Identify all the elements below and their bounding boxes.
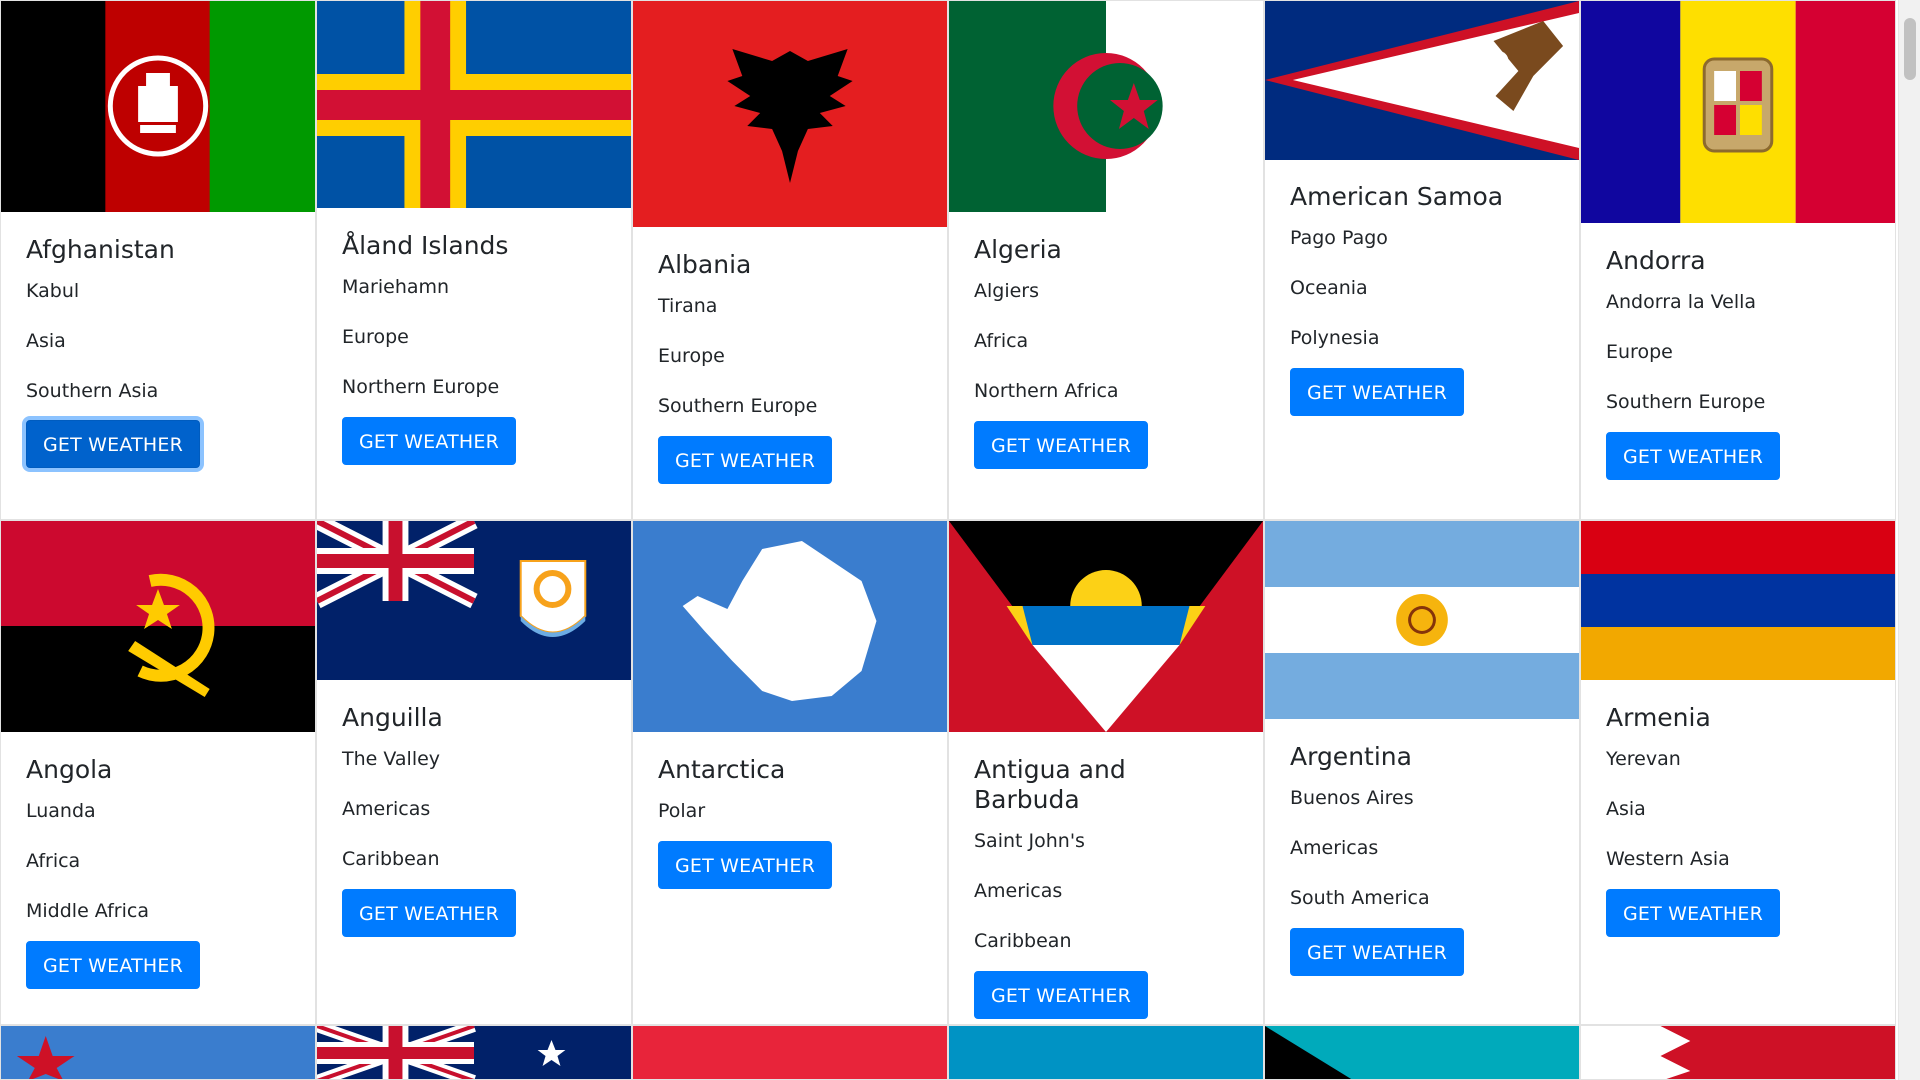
capital-text: Buenos Aires — [1290, 787, 1414, 809]
subregion-text: Southern Asia — [26, 380, 159, 402]
get-weather-button[interactable]: GET WEATHER — [1290, 928, 1464, 976]
region-text: Africa — [26, 850, 81, 872]
region-text: Asia — [26, 330, 66, 352]
region-text: Europe — [342, 326, 409, 348]
region-text: Europe — [658, 345, 725, 367]
subregion-text: Caribbean — [974, 930, 1072, 952]
flag-american-samoa — [1265, 1, 1579, 160]
subregion-text: Southern Europe — [658, 395, 818, 417]
capital-text: Yerevan — [1606, 748, 1681, 770]
country-name: Anguilla — [342, 703, 443, 732]
country-card: Angola Luanda Africa Middle Africa GET W… — [0, 520, 316, 1025]
region-text: Europe — [1606, 341, 1673, 363]
country-name: Afghanistan — [26, 235, 175, 264]
country-card — [1580, 1025, 1896, 1080]
country-card: Andorra Andorra la Vella Europe Southern… — [1580, 0, 1896, 520]
flag-partial — [1265, 1026, 1579, 1079]
country-name: Antigua and Barbuda — [974, 755, 1126, 814]
subregion-text: Northern Africa — [974, 380, 1119, 402]
flag-andorra — [1581, 1, 1895, 223]
get-weather-button[interactable]: GET WEATHER — [342, 417, 516, 465]
country-name: Andorra — [1606, 246, 1706, 275]
country-card: Algeria Algiers Africa Northern Africa G… — [948, 0, 1264, 520]
country-card: Albania Tirana Europe Southern Europe GE… — [632, 0, 948, 520]
country-card — [1264, 1025, 1580, 1080]
flag-armenia — [1581, 521, 1895, 680]
flag-partial — [1581, 1026, 1895, 1079]
flag-argentina — [1265, 521, 1579, 719]
capital-text: The Valley — [342, 748, 441, 770]
flag-aland-islands — [317, 1, 631, 208]
continent-text: Polar — [658, 800, 706, 822]
scrollbar-thumb[interactable] — [1904, 18, 1916, 80]
country-card: Argentina Buenos Aires Americas South Am… — [1264, 520, 1580, 1025]
flag-partial — [949, 1026, 1263, 1079]
get-weather-button[interactable]: GET WEATHER — [658, 841, 832, 889]
country-card — [948, 1025, 1264, 1080]
flag-partial — [317, 1026, 631, 1079]
get-weather-button[interactable]: GET WEATHER — [974, 421, 1148, 469]
subregion-text: Caribbean — [342, 848, 440, 870]
capital-text: Andorra la Vella — [1606, 291, 1757, 313]
country-card: Åland Islands Mariehamn Europe Northern … — [316, 0, 632, 520]
capital-text: Saint John's — [974, 830, 1085, 852]
subregion-text: Southern Europe — [1606, 391, 1766, 413]
get-weather-button[interactable]: GET WEATHER — [1290, 368, 1464, 416]
country-card — [316, 1025, 632, 1080]
subregion-text: Polynesia — [1290, 327, 1380, 349]
country-card — [632, 1025, 948, 1080]
country-name: Argentina — [1290, 742, 1412, 771]
region-text: Asia — [1606, 798, 1646, 820]
capital-text: Algiers — [974, 280, 1040, 302]
country-card: Antarctica Polar GET WEATHER — [632, 520, 948, 1025]
country-card: Afghanistan Kabul Asia Southern Asia GET… — [0, 0, 316, 520]
flag-partial — [1, 1026, 315, 1079]
flag-algeria — [949, 1, 1263, 212]
country-name: Albania — [658, 250, 752, 279]
country-name: Armenia — [1606, 703, 1711, 732]
get-weather-button[interactable]: GET WEATHER — [1606, 432, 1780, 480]
country-card: Armenia Yerevan Asia Western Asia GET WE… — [1580, 520, 1896, 1025]
subregion-text: South America — [1290, 887, 1430, 909]
flag-angola — [1, 521, 315, 732]
subregion-text: Western Asia — [1606, 848, 1730, 870]
capital-text: Tirana — [658, 295, 718, 317]
flag-anguilla — [317, 521, 631, 680]
get-weather-button[interactable]: GET WEATHER — [974, 971, 1148, 1019]
region-text: Americas — [342, 798, 431, 820]
country-name: Algeria — [974, 235, 1062, 264]
get-weather-button[interactable]: GET WEATHER — [1606, 889, 1780, 937]
region-text: Americas — [1290, 837, 1379, 859]
country-card — [0, 1025, 316, 1080]
flag-afghanistan — [1, 1, 315, 212]
flag-partial — [633, 1026, 947, 1079]
country-name: Åland Islands — [342, 231, 509, 260]
capital-text: Mariehamn — [342, 276, 450, 298]
country-name: Antarctica — [658, 755, 786, 784]
flag-antigua-and-barbuda — [949, 521, 1263, 732]
subregion-text: Northern Europe — [342, 376, 500, 398]
region-text: Americas — [974, 880, 1063, 902]
flag-albania — [633, 1, 947, 227]
capital-text: Pago Pago — [1290, 227, 1388, 249]
country-grid: Afghanistan Kabul Asia Southern Asia GET… — [0, 0, 1898, 1080]
capital-text: Luanda — [26, 800, 96, 822]
country-card: Antigua and Barbuda Saint John's America… — [948, 520, 1264, 1025]
subregion-text: Middle Africa — [26, 900, 149, 922]
get-weather-button[interactable]: GET WEATHER — [26, 941, 200, 989]
region-text: Oceania — [1290, 277, 1368, 299]
capital-text: Kabul — [26, 280, 80, 302]
get-weather-button[interactable]: GET WEATHER — [658, 436, 832, 484]
get-weather-button[interactable]: GET WEATHER — [26, 420, 200, 468]
get-weather-button[interactable]: GET WEATHER — [342, 889, 516, 937]
country-card: Anguilla The Valley Americas Caribbean G… — [316, 520, 632, 1025]
country-name: American Samoa — [1290, 182, 1504, 211]
region-text: Africa — [974, 330, 1029, 352]
country-card: American Samoa Pago Pago Oceania Polynes… — [1264, 0, 1580, 520]
vertical-scrollbar[interactable] — [1898, 0, 1920, 1080]
flag-antarctica — [633, 521, 947, 732]
country-name: Angola — [26, 755, 113, 784]
